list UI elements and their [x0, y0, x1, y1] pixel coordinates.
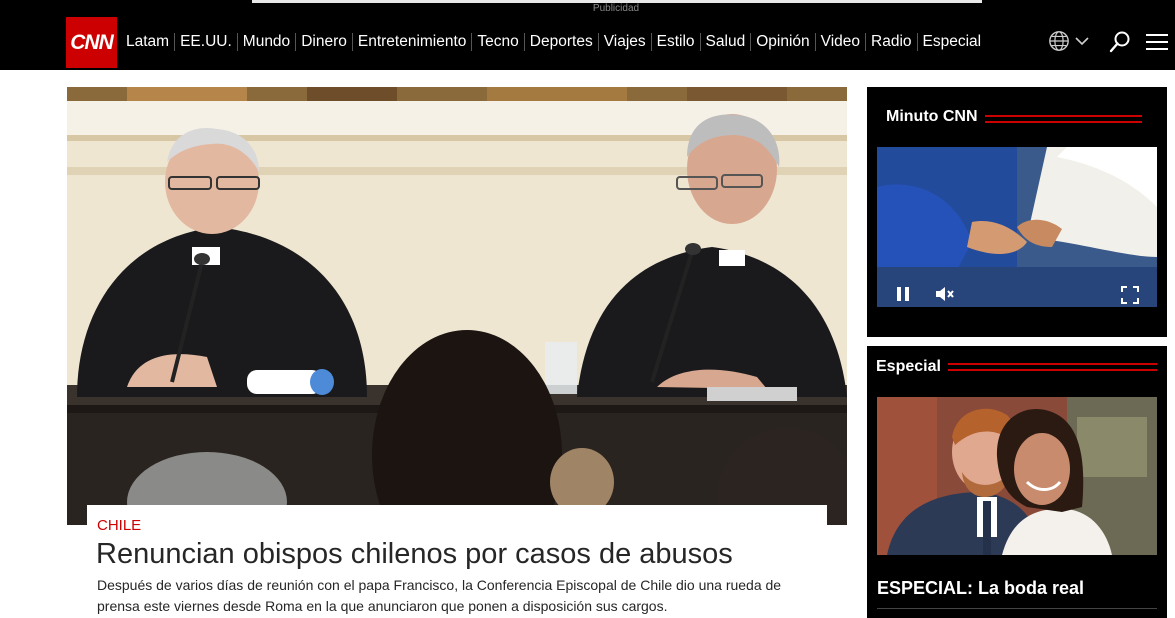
lead-story-image[interactable]: [67, 87, 847, 525]
pause-icon[interactable]: [895, 286, 911, 302]
cnn-logo[interactable]: CNN: [66, 17, 117, 68]
story-kicker[interactable]: CHILE: [97, 517, 141, 534]
lead-summary: Después de varios días de reunión con el…: [97, 577, 782, 614]
top-navigation-bar: Publicidad CNN Latam EE.UU. Mundo Dinero Ent…: [0, 0, 1175, 70]
nav-item-dinero[interactable]: Dinero: [296, 33, 353, 51]
nav-item-latam[interactable]: Latam: [121, 33, 176, 51]
globe-icon[interactable]: [1048, 30, 1070, 52]
especial-title[interactable]: Especial: [876, 358, 941, 376]
video-player[interactable]: [877, 147, 1157, 307]
minuto-cnn-title[interactable]: Minuto CNN: [886, 108, 978, 126]
nav-item-salud[interactable]: Salud: [701, 33, 752, 51]
nav-item-video[interactable]: Video: [816, 33, 867, 51]
mute-icon[interactable]: [935, 286, 955, 302]
divider: [877, 608, 1157, 609]
nav-item-opinión[interactable]: Opinión: [751, 33, 816, 51]
especial-card: Especial ESPECIAL: La boda real: [867, 346, 1167, 618]
hamburger-menu-icon[interactable]: [1146, 33, 1168, 51]
lead-headline[interactable]: Renuncian obispos chilenos por casos de …: [96, 538, 733, 571]
chevron-down-icon[interactable]: [1074, 34, 1090, 48]
especial-story-title[interactable]: ESPECIAL: La boda real: [877, 578, 1084, 599]
title-rule: [948, 363, 1157, 371]
nav-item-estilo[interactable]: Estilo: [652, 33, 701, 51]
nav-item-ee-uu-[interactable]: EE.UU.: [175, 33, 238, 51]
fullscreen-icon[interactable]: [1121, 286, 1139, 304]
main-nav: Latam EE.UU. Mundo Dinero Entretenimiento Tec…: [121, 32, 986, 52]
nav-item-tecno[interactable]: Tecno: [472, 33, 525, 51]
nav-item-mundo[interactable]: Mundo: [238, 33, 297, 51]
ad-label: Publicidad: [592, 3, 640, 14]
title-rule: [985, 115, 1142, 123]
nav-item-deportes[interactable]: Deportes: [525, 33, 599, 51]
nav-item-entretenimiento[interactable]: Entretenimiento: [353, 33, 473, 51]
minuto-cnn-card: Minuto CNN: [867, 87, 1167, 337]
nav-item-especial[interactable]: Especial: [918, 33, 987, 51]
cnn-homepage: Publicidad CNN Latam EE.UU. Mundo Dinero Ent…: [0, 0, 1175, 618]
royal-wedding-image[interactable]: [877, 397, 1157, 555]
lead-caption-background: [87, 505, 827, 531]
nav-item-radio[interactable]: Radio: [866, 33, 918, 51]
search-icon[interactable]: [1108, 30, 1132, 54]
nav-item-viajes[interactable]: Viajes: [599, 33, 652, 51]
